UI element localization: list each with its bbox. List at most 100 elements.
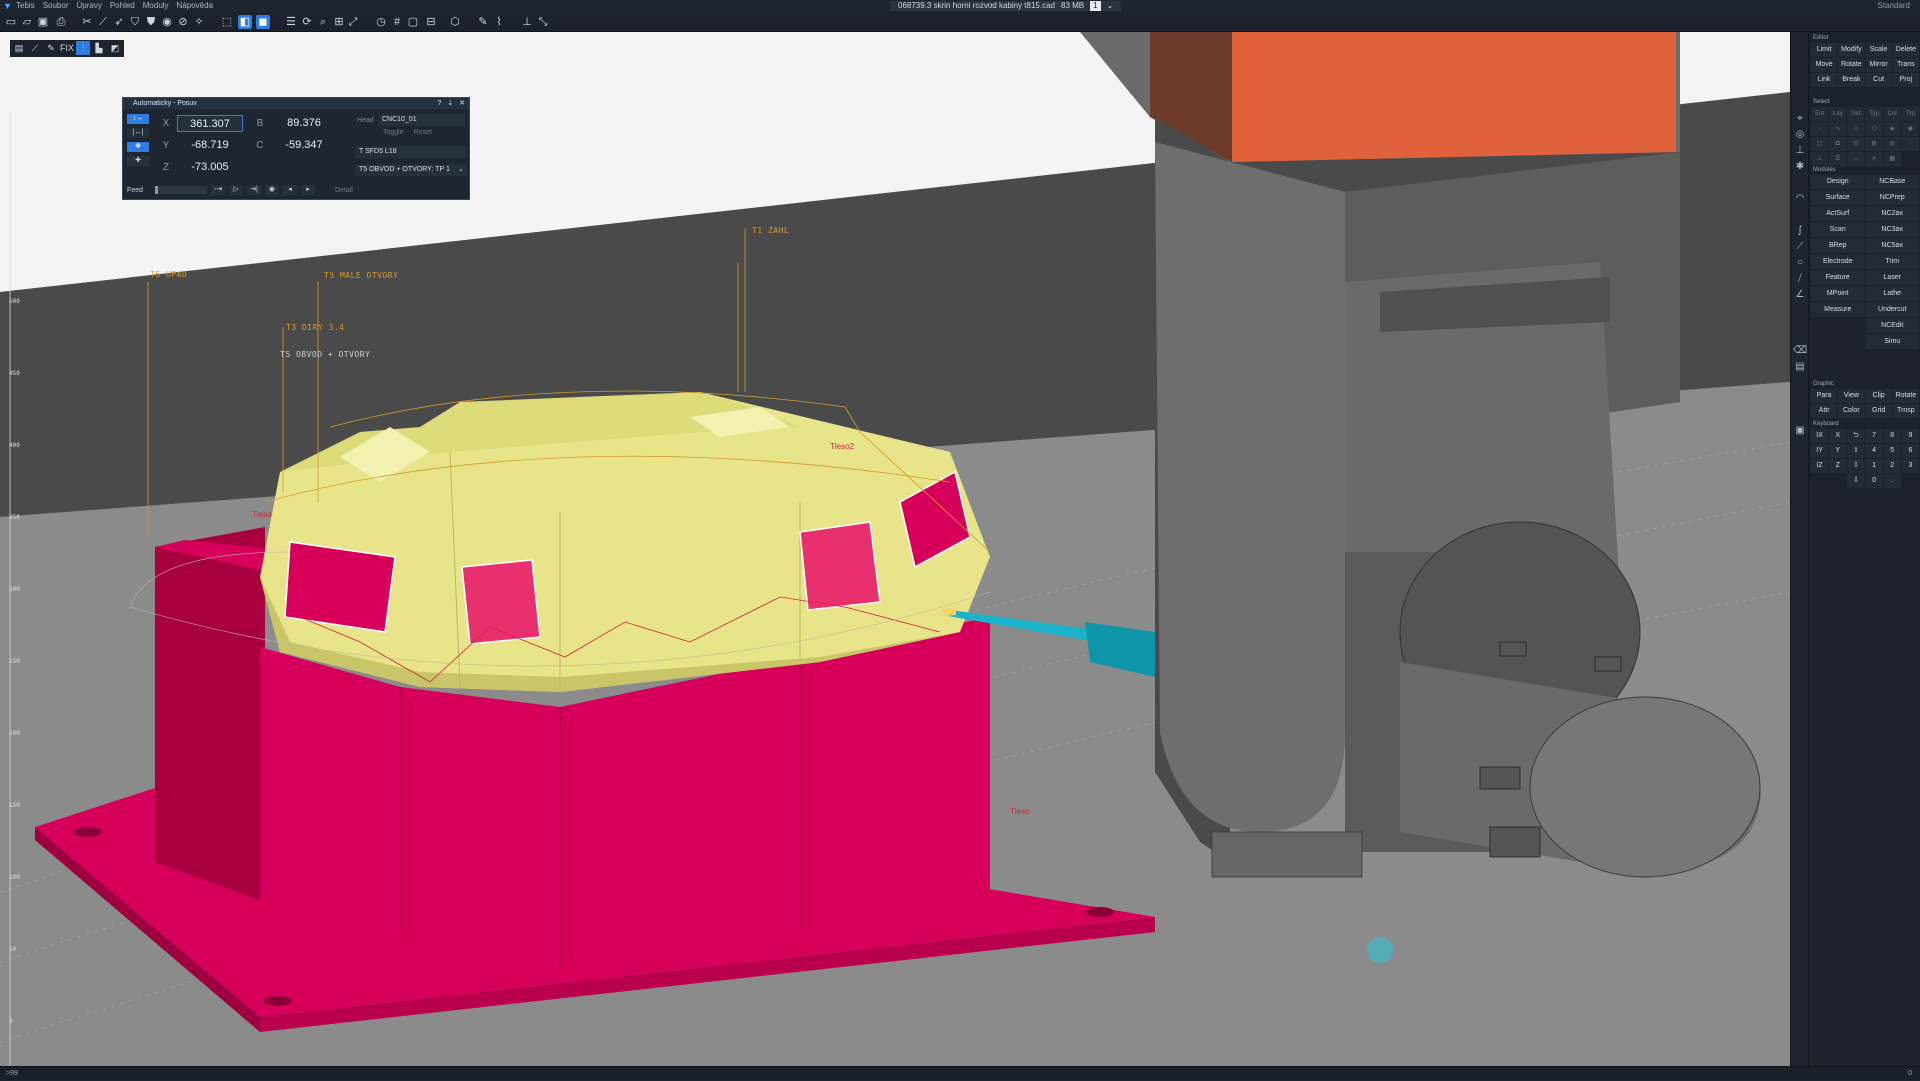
key-3[interactable]: 3 <box>1901 459 1919 473</box>
pivot-marker[interactable] <box>1367 937 1393 963</box>
mode-span-button[interactable]: |↔| <box>127 128 149 138</box>
select-set-filter[interactable]: Set <box>1847 107 1865 121</box>
module-trim-button[interactable]: Trim <box>1865 255 1919 269</box>
key-enter-down[interactable]: ⇩ <box>1847 474 1865 488</box>
key-z[interactable]: Z <box>1829 459 1847 473</box>
grid-select-icon[interactable]: # <box>1865 152 1883 166</box>
module-laser-button[interactable]: Laser <box>1865 271 1919 285</box>
open-folder-icon[interactable]: ▱ <box>20 15 34 29</box>
module-surface-button[interactable]: Surface <box>1811 191 1865 205</box>
fixture-icon[interactable]: ▙ <box>92 41 106 55</box>
tebis-logo-icon[interactable]: ▼ <box>3 1 13 11</box>
module-simu-button[interactable]: Simu <box>1865 335 1919 349</box>
module-mpoint-button[interactable]: MPoint <box>1811 287 1865 301</box>
line-tool-icon[interactable]: ⟋ <box>28 41 42 55</box>
select-typ-filter[interactable]: Typ <box>1865 107 1883 121</box>
trans-button[interactable]: Trans <box>1892 58 1919 72</box>
menu-upravy[interactable]: Úpravy <box>76 0 101 12</box>
box-icon[interactable]: ⬡ <box>448 15 462 29</box>
graphic-grid-button[interactable]: Grid <box>1865 404 1892 418</box>
module-nc3ax-button[interactable]: NC3ax <box>1865 223 1919 237</box>
link-button[interactable]: Link <box>1811 73 1838 87</box>
grid-icon[interactable]: # <box>390 15 404 29</box>
rotate-view-icon[interactable]: ⟳ <box>300 15 314 29</box>
layers-icon[interactable]: ☰ <box>284 15 298 29</box>
proj-button[interactable]: Proj <box>1892 73 1919 87</box>
box-select-icon[interactable]: ▢ <box>1811 137 1829 151</box>
key-dot[interactable]: . <box>1883 474 1901 488</box>
select-lay-filter[interactable]: Lay <box>1829 107 1847 121</box>
step-end-button[interactable]: ⇥| <box>246 185 261 195</box>
zoom-icon[interactable]: ⌕ <box>316 15 330 29</box>
module-design-button[interactable]: Design <box>1811 175 1865 189</box>
key-shift-down[interactable]: ⇩ <box>1847 459 1865 473</box>
all-select-icon[interactable]: ▦ <box>1883 152 1901 166</box>
menu-moduly[interactable]: Moduly <box>143 0 169 12</box>
mode-pan-button[interactable]: ✥ <box>127 142 149 152</box>
module-ncedit-button[interactable]: NCEdit <box>1865 319 1919 333</box>
graphic-clip-button[interactable]: Clip <box>1865 389 1892 403</box>
key-shift-up[interactable]: ⇧ <box>1847 444 1865 458</box>
key-1[interactable]: 1 <box>1865 459 1883 473</box>
document-tab[interactable]: 068739.3 skrin horni rozvod kabiny t815.… <box>890 1 1122 11</box>
surface-select-icon[interactable]: ◇ <box>1847 122 1865 136</box>
section-icon[interactable]: ⊟ <box>424 15 438 29</box>
slash-icon[interactable]: ⧸ <box>1793 272 1807 286</box>
shield-icon[interactable]: ⛊ <box>144 15 158 29</box>
mode-add-button[interactable]: ✚ <box>127 156 149 166</box>
hide-icon[interactable]: ⊘ <box>176 15 190 29</box>
graphic-view-button[interactable]: View <box>1838 389 1865 403</box>
graphic-color-button[interactable]: Color <box>1838 404 1865 418</box>
module-ncprep-button[interactable]: NCPrep <box>1865 191 1919 205</box>
menu-pohled[interactable]: Pohled <box>110 0 135 12</box>
graphic-rotate-button[interactable]: Rotate <box>1892 389 1919 403</box>
frame-select-icon[interactable]: ▭ <box>1847 152 1865 166</box>
operation-label-t1-zahl[interactable]: T1 ZAHL <box>752 226 789 235</box>
keyboard-header[interactable]: Keyboard <box>1811 420 1919 429</box>
key-7[interactable]: 7 <box>1865 429 1883 443</box>
module-electrode-button[interactable]: Electrode <box>1811 255 1865 269</box>
module-scan-button[interactable]: Scan <box>1811 223 1865 237</box>
snap-icon[interactable]: ✱ <box>1793 160 1807 174</box>
curve-icon[interactable]: ∫ <box>1793 224 1807 238</box>
group-select-icon[interactable]: ⊞ <box>1865 137 1883 151</box>
zoom-fit-icon[interactable]: ⤢ <box>346 15 360 29</box>
reset-button[interactable]: Reset <box>414 129 432 136</box>
graphic-trnsp-button[interactable]: Trnsp <box>1892 404 1919 418</box>
arc-icon[interactable]: ◠ <box>1793 192 1807 206</box>
module-nc2ax-button[interactable]: NC2ax <box>1865 207 1919 221</box>
module-brep-button[interactable]: BRep <box>1811 239 1865 253</box>
scale-button[interactable]: Scale <box>1865 43 1892 57</box>
print-icon[interactable]: ⎙ <box>54 15 68 29</box>
pencil-icon[interactable]: ✎ <box>44 41 58 55</box>
zoom-window-icon[interactable]: ⊞ <box>332 15 346 29</box>
profile-selector[interactable]: Standard <box>1878 0 1910 12</box>
select-arrow-icon[interactable]: ➶ <box>112 15 126 29</box>
history-icon[interactable]: ◷ <box>374 15 388 29</box>
delete-button[interactable]: Delete <box>1892 43 1919 57</box>
mode-move-button[interactable]: ↕↔ <box>127 114 149 124</box>
window-select-icon[interactable]: ⊡ <box>1847 137 1865 151</box>
new-file-icon[interactable]: ▭ <box>4 15 18 29</box>
set-select-icon[interactable]: ⊟ <box>1883 137 1901 151</box>
graphic-header[interactable]: Graphic <box>1811 380 1919 389</box>
key-5[interactable]: 5 <box>1883 444 1901 458</box>
pen-icon[interactable]: ✎ <box>476 15 490 29</box>
layer-select-icon[interactable]: ☰ <box>1829 152 1847 166</box>
chevron-down-icon[interactable]: ⌄ <box>1107 1 1114 11</box>
operation-select[interactable]: T5 OBVOD + OTVORY: TP 1 ⌄ <box>355 164 467 176</box>
break-button[interactable]: Break <box>1838 73 1865 87</box>
filter-icon[interactable]: ⛉ <box>128 15 142 29</box>
ring-select-icon[interactable]: ◌ <box>1901 137 1919 151</box>
key-undo[interactable]: ⮌ <box>1847 429 1865 443</box>
step-start-button[interactable]: ◦⇥ <box>210 185 225 195</box>
select-trp-filter[interactable]: Trp <box>1901 107 1919 121</box>
cube-wire-icon[interactable]: ⬚ <box>220 15 234 29</box>
head-field[interactable]: CNC10_01 <box>379 114 465 126</box>
key-y[interactable]: Y <box>1829 444 1847 458</box>
select-header[interactable]: Select <box>1811 98 1919 107</box>
module-lathe-button[interactable]: Lathe <box>1865 287 1919 301</box>
tool-field[interactable]: T SFD5 L18 <box>355 146 467 158</box>
step-back-button[interactable]: ◂ <box>282 185 297 195</box>
tool-path-icon[interactable]: ⤡ <box>536 15 550 29</box>
